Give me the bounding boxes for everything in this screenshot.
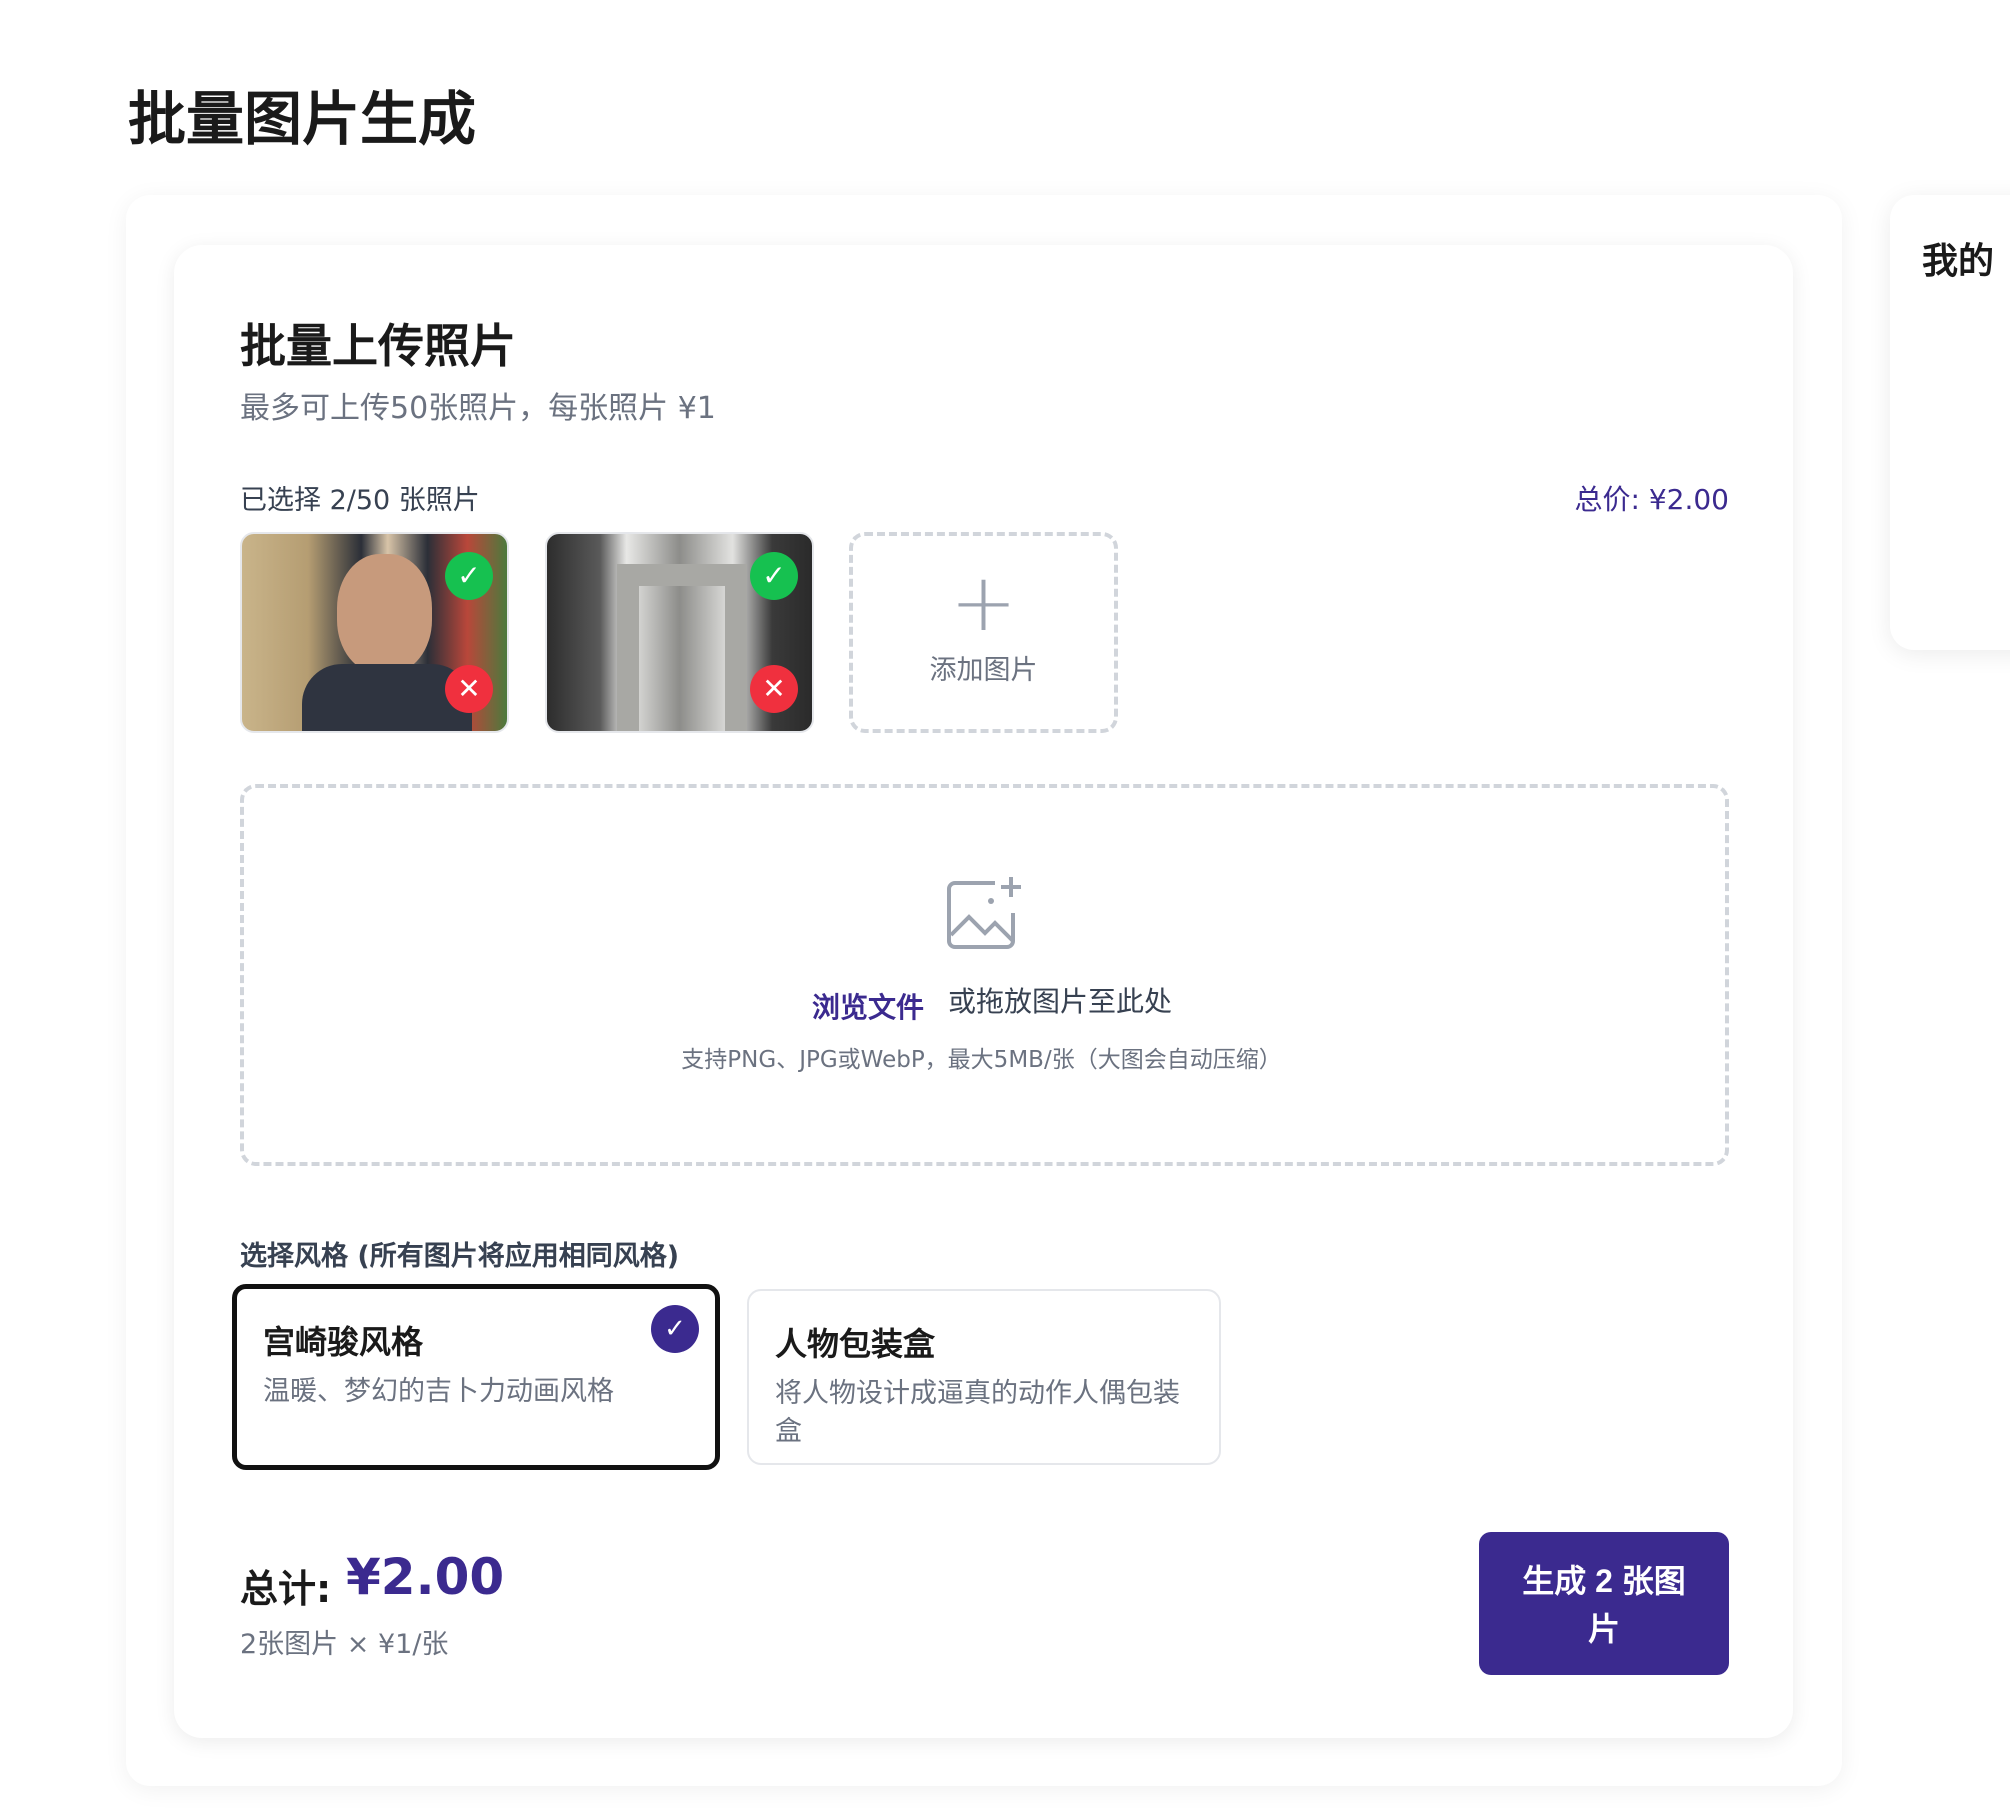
style-name: 宫崎骏风格 bbox=[263, 1323, 424, 1361]
check-icon: ✓ bbox=[750, 552, 798, 600]
total-value: ¥2.00 bbox=[346, 1548, 505, 1606]
remove-icon[interactable]: ✕ bbox=[750, 665, 798, 713]
image-add-icon bbox=[947, 877, 1021, 949]
check-icon: ✓ bbox=[445, 552, 493, 600]
remove-icon[interactable]: ✕ bbox=[445, 665, 493, 713]
style-option-figure-box[interactable]: 人物包装盒 将人物设计成逼真的动作人偶包装盒 bbox=[747, 1289, 1221, 1465]
total-price: 总价: ¥2.00 bbox=[1574, 483, 1730, 516]
section-subtitle: 最多可上传50张照片，每张照片 ¥1 bbox=[240, 391, 716, 426]
drag-text: 或拖放图片至此处 bbox=[948, 985, 1173, 1018]
section-title: 批量上传照片 bbox=[240, 319, 516, 373]
style-name: 人物包装盒 bbox=[775, 1325, 936, 1363]
archway bbox=[617, 564, 747, 731]
add-image-button[interactable]: + 添加图片 bbox=[849, 532, 1118, 733]
style-desc: 温暖、梦幻的吉卜力动画风格 bbox=[263, 1376, 614, 1407]
add-image-label: 添加图片 bbox=[929, 655, 1038, 686]
file-hint: 支持PNG、JPG或WebP，最大5MB/张（大图会自动压缩） bbox=[681, 1047, 1282, 1073]
total-label: 总计: bbox=[240, 1567, 332, 1611]
selected-check-icon: ✓ bbox=[651, 1305, 699, 1353]
style-desc: 将人物设计成逼真的动作人偶包装盒 bbox=[775, 1378, 1180, 1447]
selected-count: 已选择 2/50 张照片 bbox=[240, 485, 480, 516]
style-option-miyazaki[interactable]: 宫崎骏风格 温暖、梦幻的吉卜力动画风格 ✓ bbox=[232, 1284, 720, 1470]
thumbnail-photo[interactable]: ✓ ✕ bbox=[240, 532, 509, 733]
total-detail: 2张图片 × ¥1/张 bbox=[240, 1629, 449, 1660]
right-panel-title: 我的 bbox=[1922, 241, 1995, 282]
page-title: 批量图片生成 bbox=[128, 85, 477, 153]
plus-icon: + bbox=[949, 556, 1018, 649]
style-label: 选择风格 (所有图片将应用相同风格) bbox=[240, 1241, 680, 1272]
browse-files-link[interactable]: 浏览文件 bbox=[812, 986, 924, 1026]
thumbnail-photo[interactable]: ✓ ✕ bbox=[545, 532, 814, 733]
generate-button[interactable]: 生成 2 张图片 bbox=[1479, 1532, 1729, 1675]
dropzone[interactable] bbox=[240, 784, 1729, 1166]
portrait-face bbox=[337, 554, 432, 674]
